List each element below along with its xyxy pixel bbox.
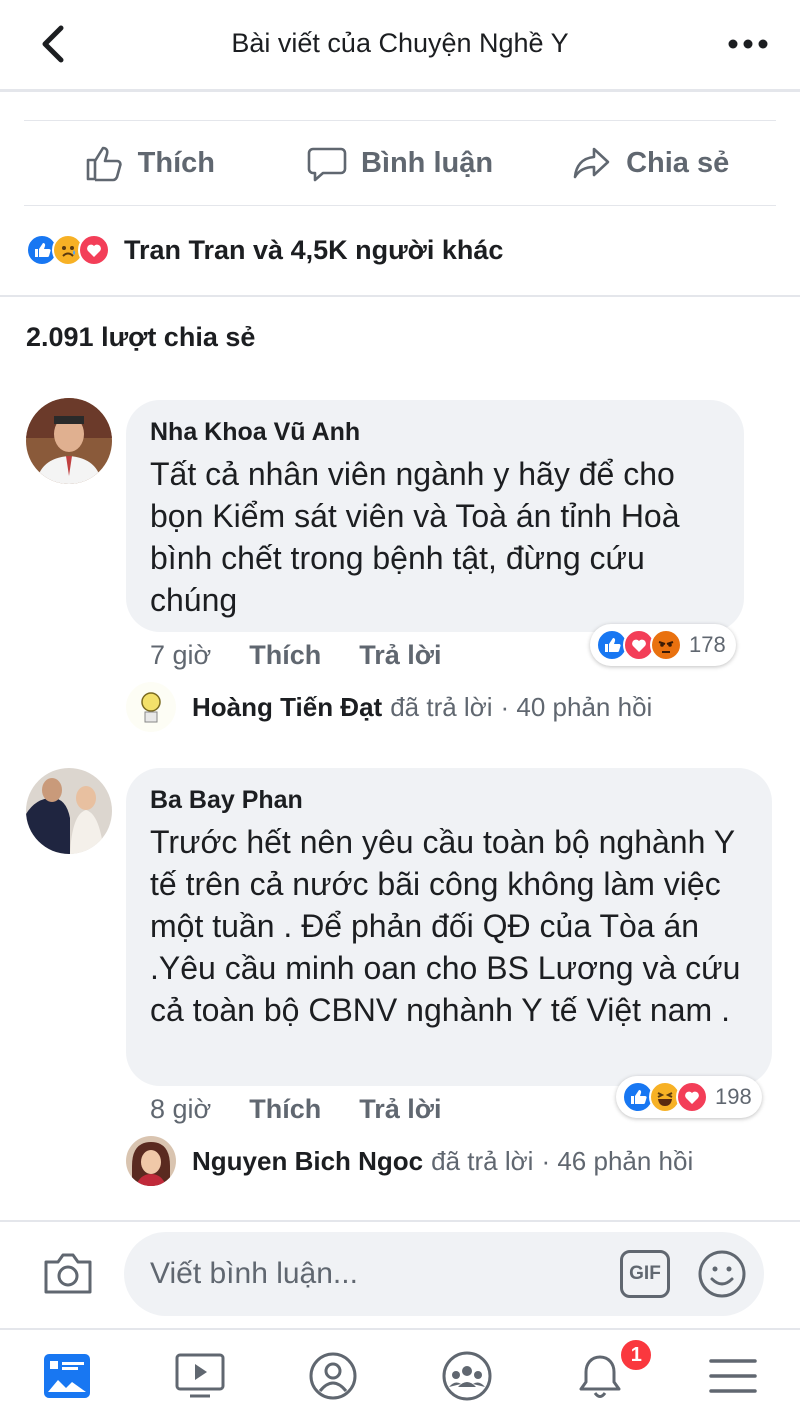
video-icon (175, 1353, 225, 1398)
like-label: Thích (137, 146, 215, 179)
ellipsis-icon (728, 39, 768, 49)
like-button[interactable]: Thích (24, 121, 275, 205)
avatar[interactable] (26, 398, 112, 484)
replies-link[interactable]: Nguyen Bich Ngoc đã trả lời · 46 phản hồ… (126, 1136, 693, 1186)
comment-meta: 8 giờ Thích Trả lời (150, 1094, 441, 1125)
share-label: Chia sẻ (626, 146, 730, 179)
comment-like-button[interactable]: Thích (249, 640, 321, 671)
gif-button[interactable]: GIF (620, 1250, 670, 1298)
smiley-icon (698, 1250, 746, 1298)
comment-time[interactable]: 8 giờ (150, 1094, 211, 1125)
comment-composer: GIF (124, 1232, 764, 1316)
comment-input[interactable] (150, 1246, 590, 1302)
comment-reply-button[interactable]: Trả lời (359, 640, 441, 671)
comment-reactions[interactable]: 198 (616, 1076, 762, 1118)
avatar[interactable] (26, 768, 112, 854)
reply-action: đã trả lời (390, 691, 493, 722)
divider (0, 295, 800, 297)
groups-icon (442, 1351, 492, 1401)
camera-button[interactable] (40, 1245, 96, 1301)
comment-time[interactable]: 7 giờ (150, 640, 211, 671)
share-button[interactable]: Chia sẻ (525, 121, 776, 205)
comment-bubble: Ba Bay Phan Trước hết nên yêu cầu toàn b… (126, 768, 772, 1086)
reactions-summary[interactable]: Tran Tran và 4,5K người khác (26, 225, 503, 275)
thumbs-up-icon (86, 146, 122, 182)
post-actions: Thích Bình luận Chia sẻ (24, 120, 776, 206)
comment-reply-button[interactable]: Trả lời (359, 1094, 441, 1125)
post-page: Bài viết của Chuyện Nghề Y Thích Bình lu… (0, 0, 800, 1422)
emoji-button[interactable] (696, 1248, 748, 1300)
nav-profile[interactable] (267, 1330, 400, 1422)
comment-icon (307, 147, 347, 182)
shares-count[interactable]: 2.091 lượt chia sẻ (26, 322, 255, 353)
bell-icon (579, 1355, 621, 1398)
reactions-summary-text: Tran Tran và 4,5K người khác (124, 234, 504, 265)
top-bar: Bài viết của Chuyện Nghề Y (0, 0, 800, 92)
notification-badge: 1 (619, 1338, 654, 1372)
news-feed-icon (43, 1354, 90, 1398)
reaction-count: 198 (715, 1084, 752, 1109)
reply-avatar (126, 682, 176, 732)
comment-label: Bình luận (360, 146, 494, 179)
nav-groups[interactable] (400, 1330, 533, 1422)
reply-count: · 40 phản hồi (500, 691, 653, 722)
comment-meta: 7 giờ Thích Trả lời (150, 640, 441, 671)
more-options-button[interactable] (724, 22, 772, 66)
hamburger-menu-icon (709, 1359, 758, 1393)
comment-button[interactable]: Bình luận (275, 121, 526, 205)
love-icon (676, 1081, 708, 1113)
bottom-nav: 1 (0, 1328, 800, 1422)
page-title: Bài viết của Chuyện Nghề Y (231, 28, 569, 58)
camera-icon (44, 1253, 92, 1294)
share-arrow-icon (573, 147, 610, 179)
reply-count: · 46 phản hồi (541, 1145, 694, 1176)
profile-icon (309, 1352, 357, 1400)
comment-reactions[interactable]: 178 (590, 624, 736, 666)
nav-watch[interactable] (133, 1330, 266, 1422)
replies-link[interactable]: Hoàng Tiến Đạt đã trả lời · 40 phản hồi (126, 682, 652, 732)
reply-author: Nguyen Bich Ngoc (192, 1145, 424, 1176)
nav-menu[interactable] (667, 1330, 800, 1422)
reply-author: Hoàng Tiến Đạt (192, 691, 383, 722)
angry-icon (650, 629, 682, 661)
nav-news-feed[interactable] (0, 1330, 133, 1422)
love-icon (78, 234, 110, 266)
comment-bubble: Nha Khoa Vũ Anh Tất cả nhân viên ngành y… (126, 400, 744, 632)
reaction-icons (26, 234, 110, 266)
comment-like-button[interactable]: Thích (249, 1094, 321, 1125)
comment-text: Trước hết nên yêu cầu toàn bộ nghành Y t… (150, 824, 741, 1028)
reply-action: đã trả lời (431, 1145, 534, 1176)
nav-notifications[interactable]: 1 (533, 1330, 666, 1422)
divider (0, 1220, 800, 1222)
comment-author[interactable]: Nha Khoa Vũ Anh (150, 418, 720, 447)
reply-avatar (126, 1136, 176, 1186)
comment-author[interactable]: Ba Bay Phan (150, 786, 748, 815)
reaction-count: 178 (689, 632, 726, 657)
comment-text: Tất cả nhân viên ngành y hãy để cho bọn … (150, 456, 680, 618)
